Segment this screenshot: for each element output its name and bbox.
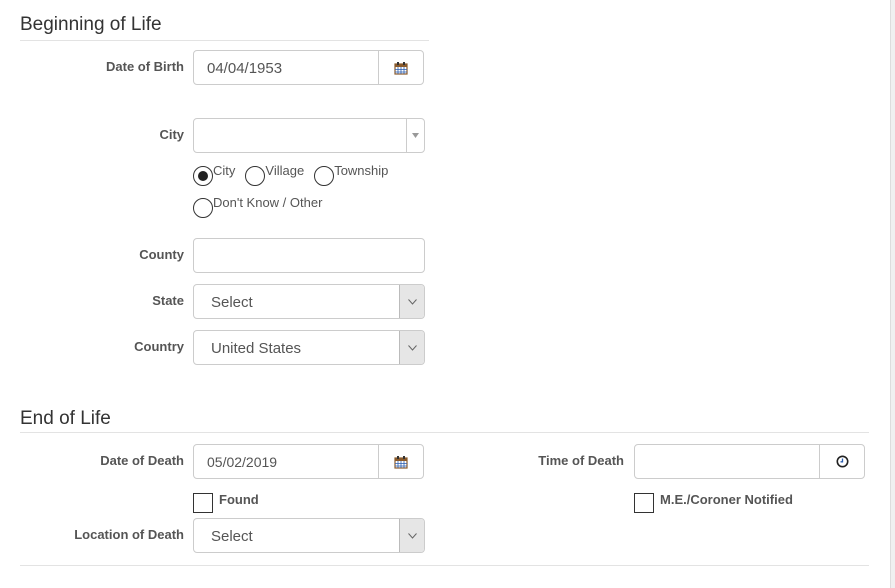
state-label: State: [152, 293, 184, 308]
scrollbar[interactable]: [890, 0, 895, 588]
found-label: Found: [219, 492, 259, 507]
coroner-label: M.E./Coroner Notified: [660, 492, 793, 507]
dod-label: Date of Death: [100, 453, 184, 468]
dod-calendar-button[interactable]: [378, 445, 423, 478]
radio-township[interactable]: [314, 166, 335, 186]
radio-dont-know[interactable]: [193, 198, 213, 218]
dob-label: Date of Birth: [106, 59, 184, 74]
country-select[interactable]: United States: [193, 330, 425, 365]
dob-calendar-button[interactable]: [378, 51, 423, 84]
radio-dont-know-label: Don't Know / Other: [213, 195, 323, 210]
radio-village-label: Village: [265, 163, 305, 178]
coroner-checkbox[interactable]: [634, 493, 654, 513]
location-dropdown-toggle[interactable]: [399, 519, 424, 552]
location-select[interactable]: Select: [193, 518, 425, 553]
tod-label: Time of Death: [538, 453, 624, 468]
section-title-beginning: Beginning of Life: [20, 14, 162, 35]
section-divider: [20, 432, 869, 433]
clock-icon: [836, 455, 848, 468]
chevron-down-icon: [407, 344, 417, 351]
country-dropdown-toggle[interactable]: [399, 331, 424, 364]
place-type-group-2: Don't Know / Other: [193, 195, 332, 218]
city-dropdown-toggle[interactable]: [406, 119, 424, 152]
radio-township-label: Township: [334, 163, 389, 178]
caret-down-icon: [412, 133, 419, 138]
country-label: Country: [134, 339, 184, 354]
state-dropdown-toggle[interactable]: [399, 285, 424, 318]
section-divider: [20, 40, 429, 41]
county-input[interactable]: [193, 238, 425, 273]
section-title-end: End of Life: [20, 408, 111, 429]
radio-village[interactable]: [245, 166, 266, 186]
city-label: City: [159, 127, 184, 142]
chevron-down-icon: [407, 298, 417, 305]
state-value: Select: [211, 294, 253, 311]
country-value: United States: [211, 340, 302, 357]
tod-input[interactable]: [634, 444, 865, 479]
radio-city-label: City: [213, 163, 236, 178]
calendar-icon: [394, 61, 408, 75]
state-select[interactable]: Select: [193, 284, 425, 319]
dob-value: 04/04/1953: [207, 60, 283, 77]
dod-input[interactable]: 05/02/2019: [193, 444, 424, 479]
calendar-icon: [394, 455, 408, 469]
chevron-down-icon: [407, 532, 417, 539]
location-label: Location of Death: [74, 527, 184, 542]
county-label: County: [139, 247, 184, 262]
radio-city[interactable]: [193, 166, 213, 186]
city-combobox[interactable]: [193, 118, 425, 153]
dod-value: 05/02/2019: [207, 454, 278, 470]
tod-clock-button[interactable]: [819, 445, 864, 478]
found-checkbox[interactable]: [193, 493, 213, 513]
dob-input[interactable]: 04/04/1953: [193, 50, 424, 85]
place-type-group: City Village Township: [193, 163, 398, 186]
section-bottom-divider: [20, 565, 869, 566]
location-value: Select: [211, 528, 253, 545]
